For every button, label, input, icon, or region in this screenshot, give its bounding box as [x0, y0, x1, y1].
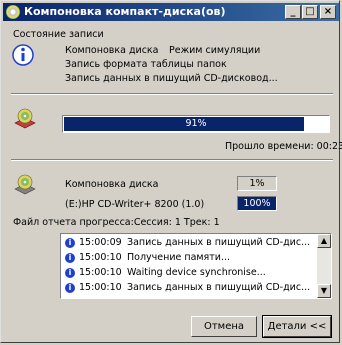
drive-label: (E:)HP CD-Writer+ 8200 (1.0) [65, 199, 205, 210]
log-time: 15:00:09 [79, 237, 122, 248]
log-heading: Файл отчета прогресса:Сессия: 1 Трек: 1 [13, 217, 220, 228]
close-button[interactable]: × [320, 5, 336, 19]
status-line-folder-table: Запись формата таблицы папок [65, 59, 227, 70]
cancel-button[interactable]: Отмена [191, 316, 257, 337]
maximize-button[interactable]: □ [302, 5, 318, 19]
scroll-down-button[interactable]: ▼ [317, 284, 331, 298]
separator [11, 159, 333, 161]
info-icon: i [65, 238, 75, 248]
log-time: 15:00:10 [79, 252, 122, 263]
log-row: i 15:00:09 Запись данных в пишущий CD-ди… [65, 236, 315, 250]
disc-layout-label: Компоновка диска [65, 179, 159, 190]
cd-drive-icon [14, 108, 36, 129]
drive-progress-value: 100% [237, 196, 277, 211]
log-time: 15:00:10 [79, 282, 122, 293]
cd-writer-icon [14, 174, 36, 195]
log-scrollbar[interactable]: ▲ ▼ [317, 234, 331, 298]
elapsed-time: Прошло времени: 00:23 [225, 141, 342, 152]
status-heading: Состояние записи [13, 29, 104, 40]
log-text: Waiting device synchronise... [127, 267, 266, 278]
info-icon: i [65, 253, 75, 263]
scroll-up-button[interactable]: ▲ [317, 234, 331, 248]
burn-dialog-window: Компоновка компакт-диска(ов) _ □ × Состо… [0, 0, 342, 343]
details-button[interactable]: Детали << [262, 315, 332, 338]
title-bar[interactable]: Компоновка компакт-диска(ов) _ □ × [3, 3, 339, 21]
log-row: i 15:00:10 Waiting device synchronise... [65, 266, 315, 280]
log-text: Запись данных в пишущий CD-дис... [127, 237, 311, 248]
log-row: i 15:00:10 Запись данных в пишущий CD-ди… [65, 281, 315, 295]
status-line-writing: Запись данных в пишущий CD-дисковод... [65, 73, 278, 84]
info-icon [12, 44, 34, 66]
window-title: Компоновка компакт-диска(ов) [24, 5, 226, 18]
disc-layout-value: 1% [237, 176, 277, 191]
log-text: Запись данных в пишущий CD-дис... [127, 282, 311, 293]
log-time: 15:00:10 [79, 267, 122, 278]
minimize-button[interactable]: _ [285, 5, 301, 19]
main-progress-percent: 91% [185, 118, 207, 129]
main-progress-bar: 91% [62, 115, 330, 133]
mode-value: Режим симуляции [169, 45, 261, 56]
log-text: Получение памяти... [127, 252, 231, 263]
info-icon: i [65, 283, 75, 293]
mode-label: Компоновка диска [65, 45, 159, 56]
separator [11, 93, 333, 95]
log-row: i 15:00:10 Получение памяти... [65, 251, 315, 265]
progress-log-list[interactable]: i 15:00:09 Запись данных в пишущий CD-ди… [60, 233, 332, 299]
cd-app-icon [6, 5, 20, 19]
info-icon: i [65, 268, 75, 278]
